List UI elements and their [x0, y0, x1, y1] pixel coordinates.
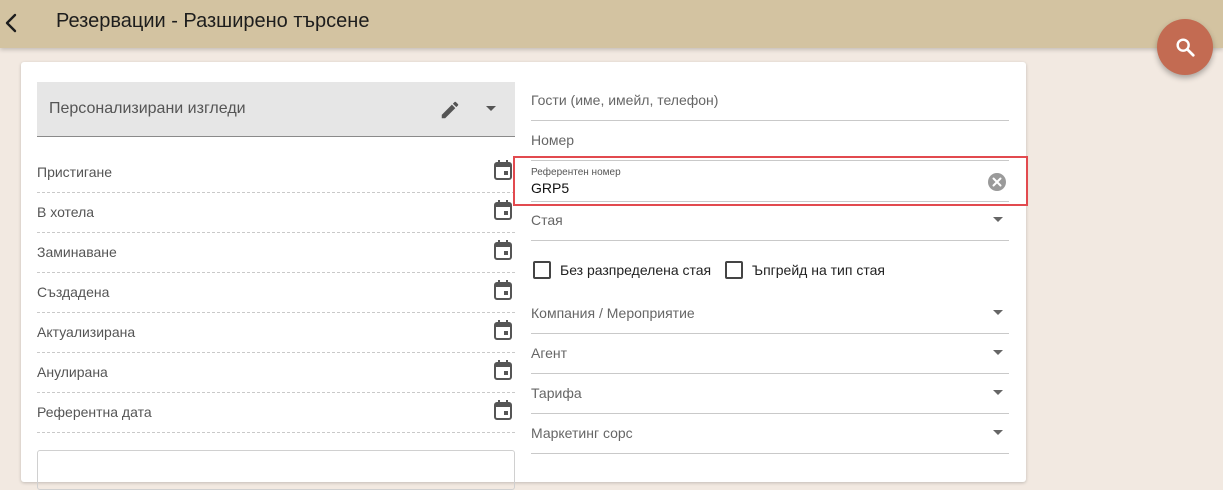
date-filter-label: Заминаване — [37, 244, 117, 260]
search-button[interactable] — [1157, 19, 1213, 75]
back-arrow-icon[interactable] — [2, 12, 22, 34]
calendar-icon[interactable] — [493, 279, 513, 301]
custom-views-select[interactable]: Персонализирани изгледи — [37, 82, 515, 137]
date-filter-label: Актуализирана — [37, 324, 136, 340]
date-filter-updated[interactable]: Актуализирана — [37, 313, 515, 353]
custom-views-label: Персонализирани изгледи — [49, 100, 246, 117]
chevron-down-icon — [993, 350, 1003, 355]
date-filter-created[interactable]: Създадена — [37, 273, 515, 313]
date-filter-departure[interactable]: Заминаване — [37, 233, 515, 273]
rate-label: Тарифа — [531, 385, 582, 401]
chevron-down-icon — [993, 310, 1003, 315]
date-filter-cancelled[interactable]: Анулирана — [37, 353, 515, 393]
marketing-source-select[interactable]: Маркетинг сорс — [531, 414, 1009, 454]
date-filter-arrival[interactable]: Пристигане — [37, 153, 515, 193]
calendar-icon[interactable] — [493, 159, 513, 181]
date-filter-in-house[interactable]: В хотела — [37, 193, 515, 233]
guests-search-field[interactable]: Гости (име, имейл, телефон) — [531, 81, 1009, 121]
date-filter-label: В хотела — [37, 204, 95, 220]
search-icon — [1176, 38, 1195, 57]
number-field-label: Номер — [531, 132, 575, 148]
page-title: Резервации - Разширено търсене — [56, 10, 370, 32]
checkbox-box[interactable] — [725, 261, 743, 279]
company-event-select[interactable]: Компания / Мероприятие — [531, 294, 1009, 334]
date-filter-label: Анулирана — [37, 364, 108, 380]
calendar-icon[interactable] — [493, 319, 513, 341]
number-field[interactable]: Номер — [531, 121, 1009, 161]
guests-field-label: Гости (име, имейл, телефон) — [531, 92, 719, 108]
room-select[interactable]: Стая — [531, 201, 1009, 241]
chevron-down-icon — [993, 390, 1003, 395]
additional-filter-box[interactable] — [37, 450, 515, 490]
pencil-icon[interactable] — [439, 99, 461, 121]
agent-label: Агент — [531, 345, 568, 361]
date-filter-label: Референтна дата — [37, 404, 152, 420]
checkbox-box[interactable] — [533, 261, 551, 279]
chevron-down-icon — [993, 430, 1003, 435]
chevron-down-icon — [993, 217, 1003, 222]
unassigned-room-label: Без разпределена стая — [560, 262, 712, 278]
room-select-label: Стая — [531, 212, 563, 228]
calendar-icon[interactable] — [493, 239, 513, 261]
unassigned-room-checkbox[interactable]: Без разпределена стая — [533, 260, 711, 280]
top-app-bar: Резервации - Разширено търсене — [0, 0, 1223, 48]
upgrade-room-type-label: Ъпгрейд на тип стая — [752, 262, 885, 278]
upgrade-room-type-checkbox[interactable]: Ъпгрейд на тип стая — [725, 260, 885, 280]
marketing-source-label: Маркетинг сорс — [531, 425, 633, 441]
date-filter-label: Пристигане — [37, 164, 113, 180]
company-event-label: Компания / Мероприятие — [531, 305, 695, 321]
chevron-down-icon[interactable] — [483, 100, 499, 116]
calendar-icon[interactable] — [493, 199, 513, 221]
date-filter-label: Създадена — [37, 284, 110, 300]
calendar-icon[interactable] — [493, 399, 513, 421]
date-filter-reference-date[interactable]: Референтна дата — [37, 393, 515, 433]
rate-select[interactable]: Тарифа — [531, 374, 1009, 414]
reference-number-highlight — [513, 156, 1028, 206]
agent-select[interactable]: Агент — [531, 334, 1009, 374]
calendar-icon[interactable] — [493, 359, 513, 381]
